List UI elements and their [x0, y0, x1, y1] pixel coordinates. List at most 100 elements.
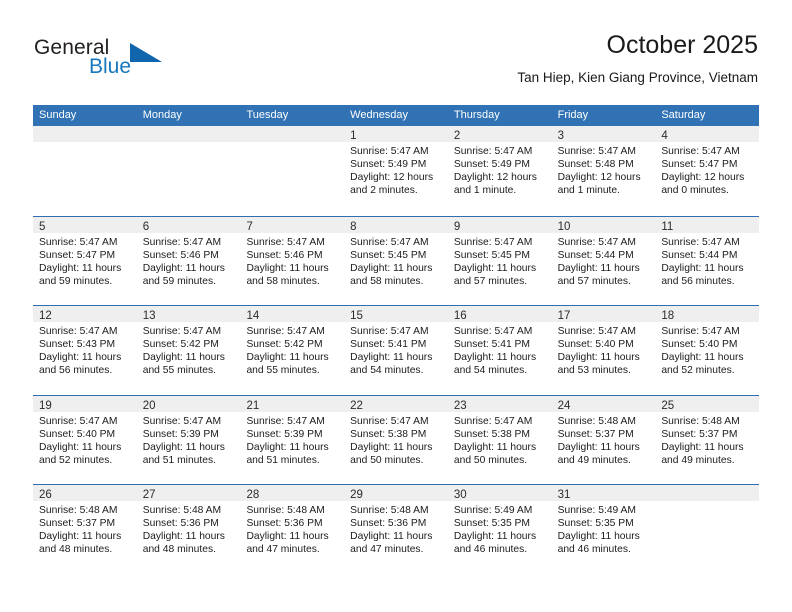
calendar-day-cell[interactable]: 21 Sunrise: 5:47 AM Sunset: 5:39 PM Dayligh… [240, 395, 345, 485]
daylight-text-line2: and 58 minutes. [350, 275, 424, 287]
weekday-sunday: Sunday [39, 109, 77, 121]
daylight-text-line1: Daylight: 11 hours [453, 441, 537, 453]
calendar-day-cell[interactable]: 18 Sunrise: 5:47 AM Sunset: 5:40 PM Dayligh… [655, 306, 760, 395]
calendar-day-cell[interactable]: 17 Sunrise: 5:47 AM Sunset: 5:40 PM Dayligh… [551, 306, 656, 395]
day-number: 13 [142, 310, 156, 322]
weekday-tuesday: Tuesday [246, 109, 289, 121]
sunrise-text: Sunrise: 5:47 AM [453, 236, 533, 248]
calendar-day-cell[interactable]: 9 Sunrise: 5:47 AM Sunset: 5:45 PM Daylight… [447, 216, 552, 306]
daylight-text-line1: Daylight: 11 hours [39, 352, 122, 364]
calendar-day-cell[interactable]: 6 Sunrise: 5:47 AM Sunset: 5:46 PM Daylight… [136, 216, 241, 306]
sunrise-text: Sunrise: 5:47 AM [453, 415, 533, 427]
calendar-day-cell[interactable]: 14 Sunrise: 5:47 AM Sunset: 5:42 PM Dayligh… [240, 306, 345, 395]
daylight-text-line1: Daylight: 11 hours [39, 441, 122, 453]
daylight-text-line1: Daylight: 11 hours [661, 262, 744, 274]
sunset-text: Sunset: 5:36 PM [142, 518, 219, 530]
calendar-day-cell[interactable]: 7 Sunrise: 5:47 AM Sunset: 5:46 PM Daylight… [240, 216, 345, 306]
calendar-day-cell[interactable]: 23 Sunrise: 5:47 AM Sunset: 5:38 PM Dayligh… [447, 395, 552, 485]
day-number: 21 [246, 399, 260, 412]
day-number-band: 14 [240, 306, 345, 322]
calendar-day-cell[interactable]: 15 Sunrise: 5:47 AM Sunset: 5:41 PM Dayligh… [344, 306, 448, 395]
daylight-text-line2: and 52 minutes. [661, 365, 735, 377]
calendar-day-cell[interactable]: 2 Sunrise: 5:47 AM Sunset: 5:49 PM Daylight… [447, 126, 552, 216]
day-number: 4 [661, 130, 668, 142]
weekday-friday: Friday [557, 109, 589, 121]
day-sun-info: Sunrise: 5:47 AM Sunset: 5:42 PM Daylight:… [240, 322, 344, 377]
daylight-text-line1: Daylight: 11 hours [350, 531, 433, 543]
sunrise-text: Sunrise: 5:47 AM [246, 236, 325, 248]
calendar-day-cell[interactable]: 30 Sunrise: 5:49 AM Sunset: 5:35 PM Dayligh… [447, 485, 552, 574]
sunrise-text: Sunrise: 5:47 AM [246, 415, 325, 427]
sunset-text: Sunset: 5:35 PM [453, 518, 531, 530]
day-number-band: 24 [551, 395, 656, 412]
daylight-text-line2: and 51 minutes. [142, 454, 216, 466]
logo-text-blue: Blue [89, 55, 132, 78]
calendar-day-cell[interactable]: 11 Sunrise: 5:47 AM Sunset: 5:44 PM Dayligh… [655, 216, 760, 306]
day-number: 12 [39, 310, 52, 322]
day-sun-info: Sunrise: 5:47 AM Sunset: 5:45 PM Daylight:… [448, 233, 552, 288]
daylight-text-line2: and 53 minutes. [557, 365, 631, 377]
sunrise-text: Sunrise: 5:48 AM [661, 415, 740, 427]
calendar-day-cell-empty [33, 126, 137, 216]
sunrise-text: Sunrise: 5:47 AM [453, 326, 533, 337]
calendar-day-cell[interactable]: 22 Sunrise: 5:47 AM Sunset: 5:38 PM Dayligh… [344, 395, 448, 485]
weekday-wednesday: Wednesday [350, 109, 409, 121]
weekday-monday: Monday [142, 109, 182, 121]
day-number-band: 26 [33, 485, 137, 501]
day-number-band: 23 [447, 395, 552, 412]
sunrise-text: Sunrise: 5:47 AM [453, 146, 533, 157]
sunset-text: Sunset: 5:47 PM [39, 249, 116, 261]
calendar-day-cell[interactable]: 4 Sunrise: 5:47 AM Sunset: 5:47 PM Daylight… [655, 126, 760, 216]
calendar-week-row: 19 Sunrise: 5:47 AM Sunset: 5:40 PM Dayligh… [33, 394, 760, 485]
day-number: 28 [246, 489, 260, 501]
day-number: 29 [350, 489, 363, 501]
daylight-text-line1: Daylight: 11 hours [661, 352, 744, 364]
calendar-day-cell[interactable]: 29 Sunrise: 5:48 AM Sunset: 5:36 PM Dayligh… [344, 485, 448, 574]
calendar-day-cell[interactable]: 26 Sunrise: 5:48 AM Sunset: 5:37 PM Dayligh… [33, 485, 137, 574]
sunset-text: Sunset: 5:38 PM [350, 428, 427, 440]
day-number-band: 9 [447, 216, 552, 233]
calendar-day-cell[interactable]: 5 Sunrise: 5:47 AM Sunset: 5:47 PM Daylight… [33, 216, 137, 306]
daylight-text-line2: and 56 minutes. [661, 275, 735, 287]
daylight-text-line2: and 58 minutes. [246, 275, 320, 287]
calendar-day-cell-empty [240, 126, 345, 216]
calendar-day-cell[interactable]: 31 Sunrise: 5:49 AM Sunset: 5:35 PM Dayligh… [551, 485, 656, 574]
calendar-day-cell[interactable]: 1 Sunrise: 5:47 AM Sunset: 5:49 PM Daylight… [344, 126, 448, 216]
sunrise-text: Sunrise: 5:49 AM [453, 505, 533, 516]
calendar-day-cell[interactable]: 20 Sunrise: 5:47 AM Sunset: 5:39 PM Dayligh… [136, 395, 241, 485]
day-sun-info: Sunrise: 5:47 AM Sunset: 5:38 PM Daylight:… [344, 412, 448, 467]
sunrise-text: Sunrise: 5:47 AM [350, 326, 429, 337]
daylight-text-line2: and 1 minute. [453, 185, 517, 197]
calendar-day-cell[interactable]: 27 Sunrise: 5:48 AM Sunset: 5:36 PM Dayligh… [136, 485, 241, 574]
calendar-day-cell[interactable]: 24 Sunrise: 5:48 AM Sunset: 5:37 PM Dayligh… [551, 395, 656, 485]
calendar-day-cell[interactable]: 28 Sunrise: 5:48 AM Sunset: 5:36 PM Dayligh… [240, 485, 345, 574]
day-number: 9 [453, 220, 461, 233]
sunset-text: Sunset: 5:40 PM [661, 339, 738, 351]
calendar-day-cell[interactable]: 13 Sunrise: 5:47 AM Sunset: 5:42 PM Dayligh… [136, 306, 241, 395]
weekday-saturday: Saturday [661, 109, 706, 121]
sunrise-text: Sunrise: 5:47 AM [350, 146, 429, 157]
day-sun-info: Sunrise: 5:48 AM Sunset: 5:37 PM Daylight:… [552, 412, 656, 467]
day-sun-info: Sunrise: 5:47 AM Sunset: 5:49 PM Daylight:… [448, 142, 552, 197]
calendar-day-cell[interactable]: 25 Sunrise: 5:48 AM Sunset: 5:37 PM Dayligh… [655, 395, 760, 485]
day-sun-info: Sunrise: 5:47 AM Sunset: 5:46 PM Daylight:… [137, 233, 241, 288]
sunrise-text: Sunrise: 5:47 AM [39, 326, 118, 337]
calendar-day-cell[interactable]: 16 Sunrise: 5:47 AM Sunset: 5:41 PM Dayligh… [447, 306, 552, 395]
calendar-day-cell[interactable]: 12 Sunrise: 5:47 AM Sunset: 5:43 PM Dayligh… [33, 306, 137, 395]
calendar-grid: Sunday Monday Tuesday Wednesday Thursday… [33, 105, 760, 574]
sunset-text: Sunset: 5:37 PM [557, 428, 634, 440]
day-sun-info: Sunrise: 5:47 AM Sunset: 5:47 PM Daylight:… [33, 233, 137, 288]
daylight-text-line1: Daylight: 11 hours [557, 441, 640, 453]
calendar-day-cell[interactable]: 8 Sunrise: 5:47 AM Sunset: 5:45 PM Daylight… [344, 216, 448, 306]
day-number: 10 [557, 220, 571, 233]
day-number: 5 [39, 220, 46, 233]
generalblue-logo[interactable]: General Blue [34, 36, 214, 88]
calendar-day-cell[interactable]: 3 Sunrise: 5:47 AM Sunset: 5:48 PM Daylight… [551, 126, 656, 216]
day-number-band: 8 [344, 216, 448, 233]
daylight-text-line2: and 49 minutes. [661, 454, 735, 466]
calendar-day-cell[interactable]: 19 Sunrise: 5:47 AM Sunset: 5:40 PM Dayligh… [33, 395, 137, 485]
daylight-text-line2: and 59 minutes. [39, 275, 113, 287]
day-sun-info: Sunrise: 5:47 AM Sunset: 5:48 PM Daylight:… [552, 142, 656, 197]
calendar-day-cell[interactable]: 10 Sunrise: 5:47 AM Sunset: 5:44 PM Dayligh… [551, 216, 656, 306]
daylight-text-line2: and 55 minutes. [142, 365, 216, 377]
